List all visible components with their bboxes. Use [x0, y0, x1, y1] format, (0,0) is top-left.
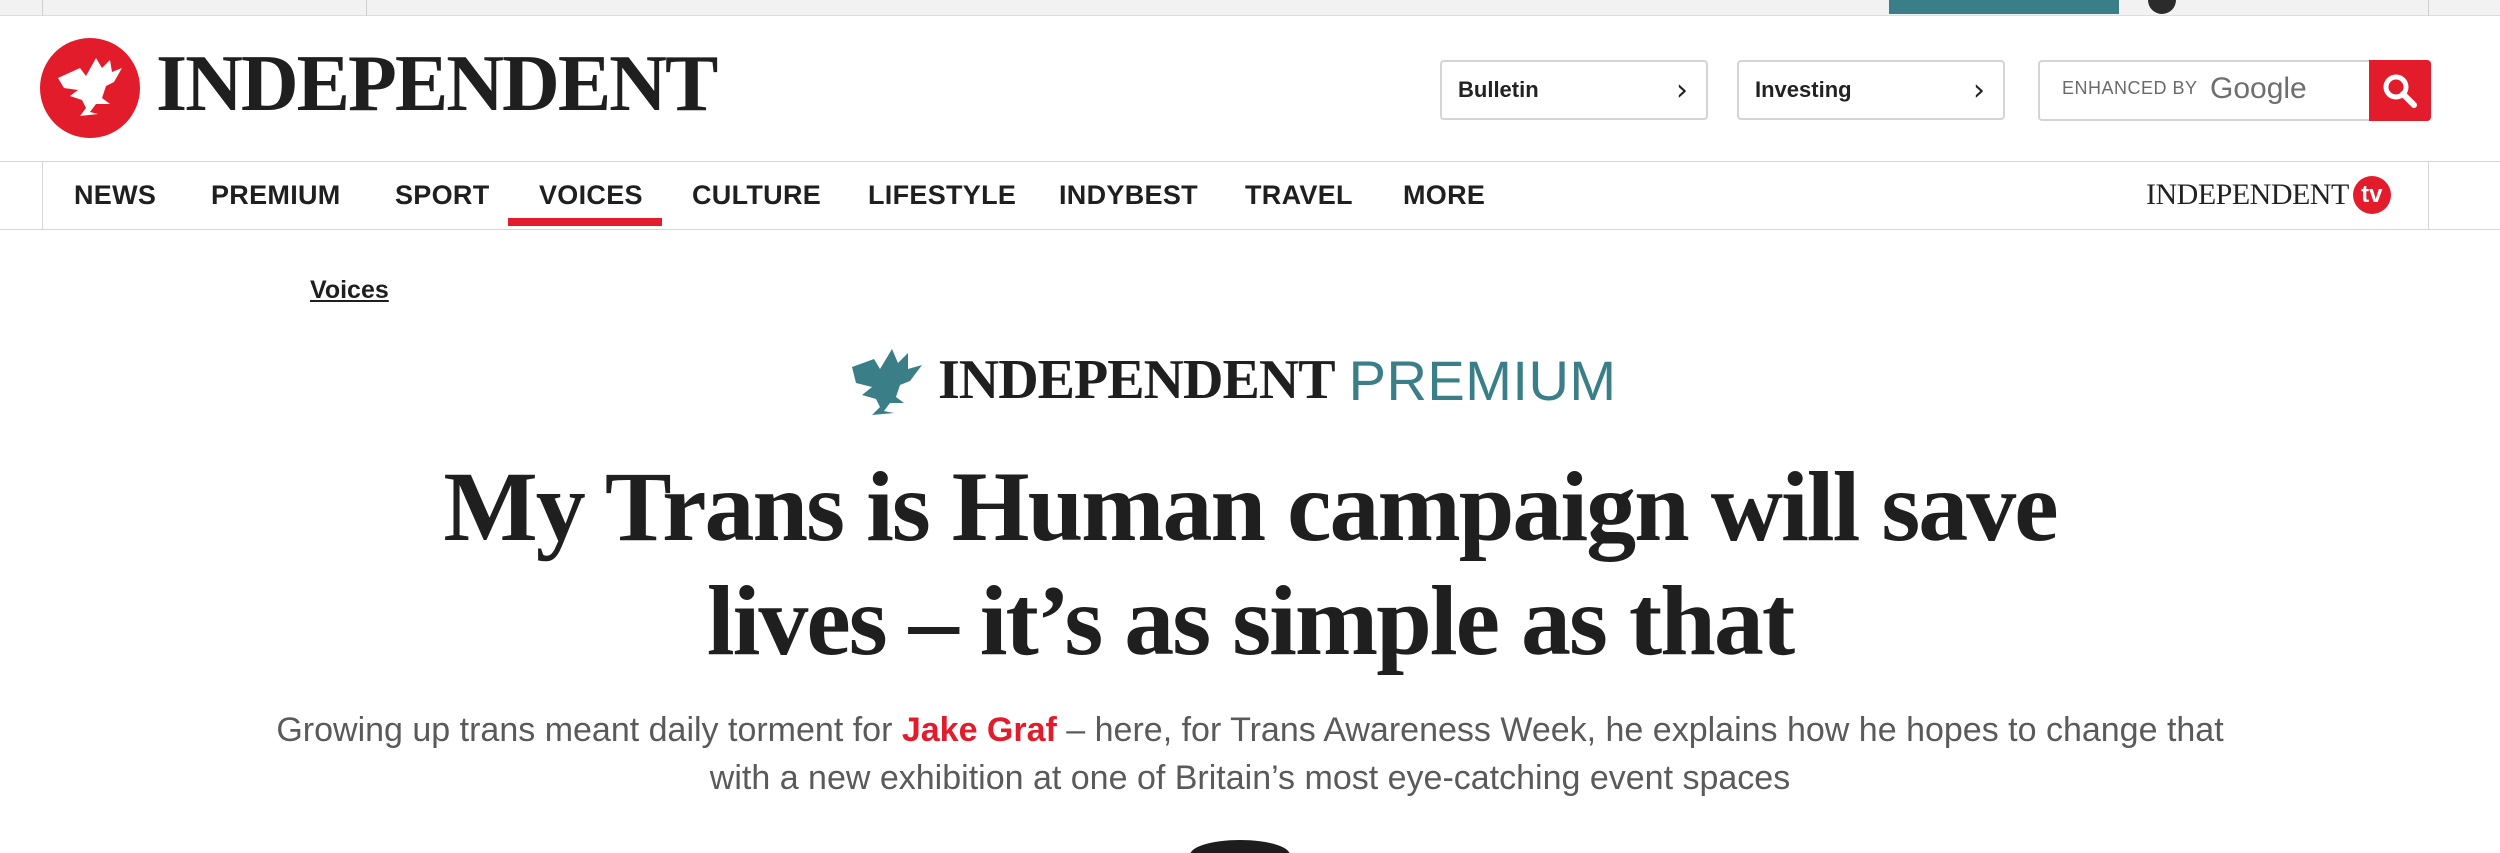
nav-item-lifestyle[interactable]: LIFESTYLE [868, 180, 1016, 211]
breadcrumb-voices[interactable]: Voices [310, 276, 389, 305]
nav-divider [42, 162, 43, 230]
tv-badge: tv [2352, 176, 2391, 214]
site-logo[interactable]: INDEPENDENT [156, 44, 718, 124]
nav-item-more[interactable]: MORE [1403, 180, 1485, 211]
nav-item-voices[interactable]: VOICES [539, 180, 643, 211]
author-link[interactable]: Jake Graf [902, 711, 1057, 749]
nav-item-premium[interactable]: PREMIUM [211, 180, 341, 211]
chevron-right-icon: › [1973, 72, 1985, 108]
investing-button[interactable]: Investing › [1737, 60, 2005, 120]
tv-logo-text: INDEPENDENT [2146, 178, 2349, 211]
nav-divider [2428, 162, 2429, 230]
chevron-right-icon: › [1676, 72, 1688, 108]
eagle-icon [852, 349, 922, 415]
google-label: Google [2210, 72, 2307, 105]
nav-item-indybest[interactable]: INDYBEST [1059, 180, 1198, 211]
nav-active-indicator [508, 218, 662, 226]
nav-item-travel[interactable]: TRAVEL [1245, 180, 1353, 211]
headline-line-1: My Trans is Human campaign will save [443, 451, 2058, 562]
strip-divider [366, 0, 367, 16]
bulletin-button[interactable]: Bulletin › [1440, 60, 1708, 120]
main-nav: NEWS PREMIUM SPORT VOICES CULTURE LIFEST… [0, 162, 2500, 230]
article-image [1190, 840, 1290, 853]
premium-brand: INDEPENDENT [938, 349, 1336, 411]
premium-banner: INDEPENDENT PREMIUM [848, 345, 1617, 415]
standfirst-pre: Growing up trans meant daily torment for [276, 711, 902, 749]
search-enhanced-label: ENHANCED BY [2062, 78, 2198, 98]
nav-item-news[interactable]: NEWS [74, 180, 156, 211]
article-standfirst: Growing up trans meant daily torment for… [250, 706, 2250, 802]
eagle-logo-icon[interactable] [40, 38, 140, 138]
article-headline: My Trans is Human campaign will save liv… [250, 450, 2250, 678]
search-icon [2383, 74, 2417, 108]
nav-item-sport[interactable]: SPORT [395, 180, 490, 211]
independent-tv-link[interactable]: INDEPENDENT tv [2146, 176, 2391, 214]
account-icon[interactable] [2148, 0, 2176, 14]
investing-label: Investing [1755, 77, 1852, 102]
search-button[interactable] [2369, 60, 2431, 121]
strip-divider [42, 0, 43, 16]
headline-line-2: lives – it’s as simple as that [706, 565, 1795, 676]
top-utility-strip [0, 0, 2500, 16]
bulletin-label: Bulletin [1458, 77, 1539, 102]
subscribe-button-partial[interactable] [1889, 0, 2119, 14]
premium-label: PREMIUM [1348, 348, 1617, 412]
strip-divider [2428, 0, 2429, 16]
nav-item-culture[interactable]: CULTURE [692, 180, 821, 211]
site-header: INDEPENDENT Bulletin › Investing › ENHAN… [0, 16, 2500, 162]
